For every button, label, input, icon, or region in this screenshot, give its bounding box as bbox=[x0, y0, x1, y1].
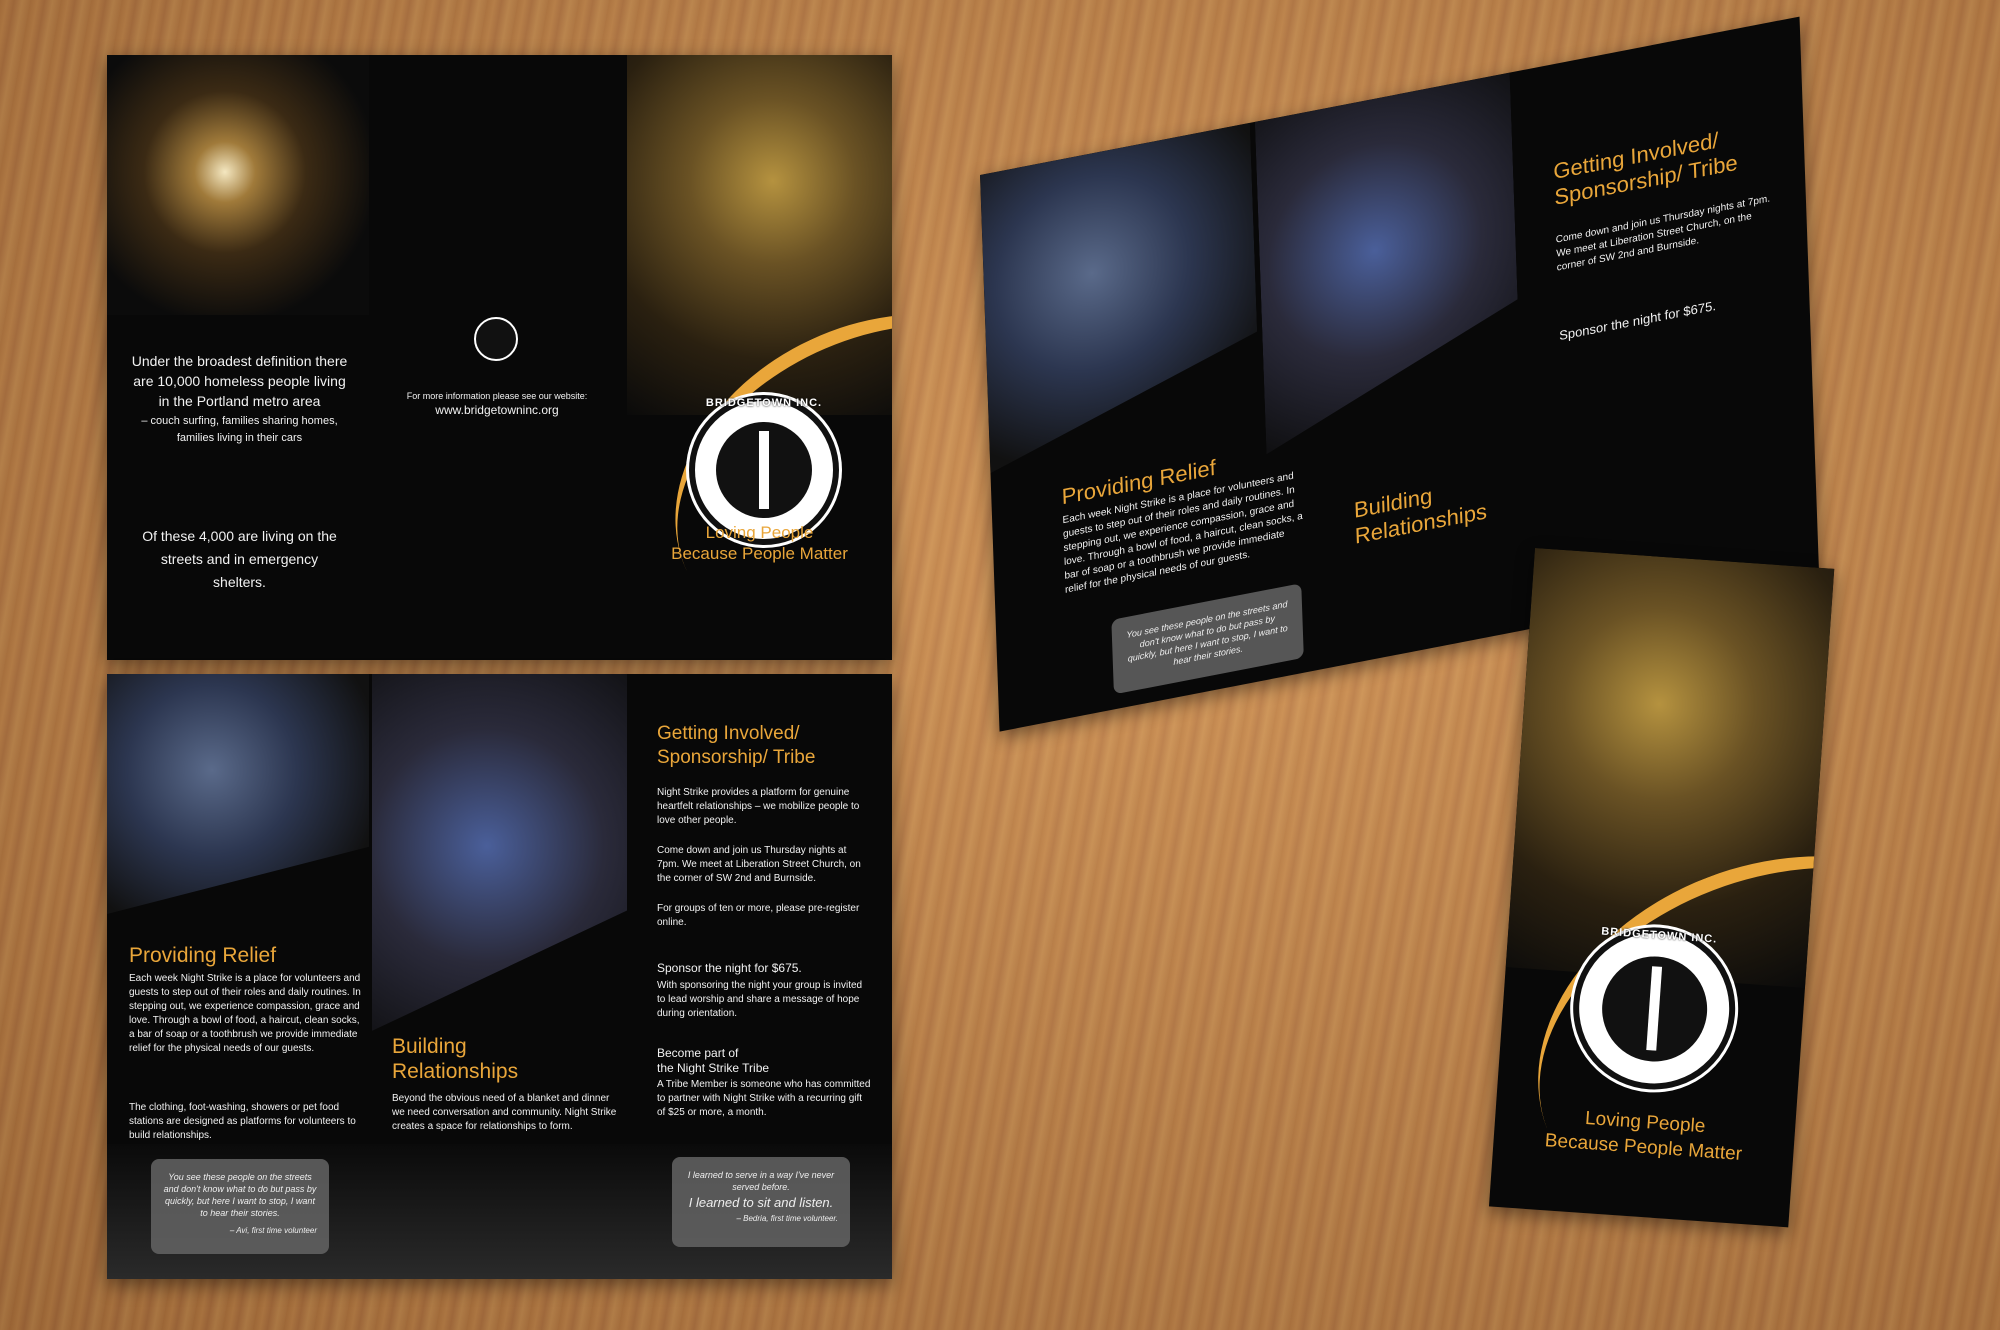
relationships-body: Beyond the obvious need of a blanket and… bbox=[392, 1093, 617, 1132]
relief-body-1: Each week Night Strike is a place for vo… bbox=[129, 973, 361, 1054]
angled-quote-avi: You see these people on the streets and … bbox=[1111, 583, 1304, 695]
involved-title-line2: Sponsorship/ Tribe bbox=[657, 747, 816, 768]
logo-title: BRIDGETOWN INC. bbox=[705, 397, 823, 409]
folded-logo-city-mark bbox=[1598, 952, 1711, 1065]
quote-bedria-line2: I learned to sit and listen. bbox=[688, 1195, 834, 1210]
quote-bedria: I learned to serve in a way I've never s… bbox=[672, 1157, 850, 1247]
tribe-body: A Tribe Member is someone who has commit… bbox=[657, 1079, 871, 1118]
relationships-title-line2: Relationships bbox=[392, 1060, 519, 1083]
quote-avi-author: – Avi, first time volunteer bbox=[229, 1226, 317, 1235]
small-logo bbox=[474, 317, 518, 361]
stat-streets: Of these 4,000 are living on the streets… bbox=[142, 528, 337, 590]
tagline-line2: Because People Matter bbox=[671, 544, 848, 563]
involved-title: Getting Involved/ Sponsorship/ Tribe bbox=[657, 722, 815, 770]
involved-title-line1: Getting Involved/ bbox=[657, 723, 800, 744]
angled-photo-volunteer bbox=[1255, 73, 1523, 500]
brochure-folded-cover: BRIDGETOWN INC. Loving People Because Pe… bbox=[1488, 548, 1835, 1228]
angled-quote-avi-text: You see these people on the streets and … bbox=[1126, 598, 1288, 667]
relationships-title-line1: Building bbox=[392, 1035, 467, 1058]
homeless-stat-block: Under the broadest definition there are … bbox=[127, 351, 352, 447]
sponsor-body: With sponsoring the night your group is … bbox=[657, 980, 863, 1019]
stat-intro: Under the broadest definition there are … bbox=[131, 353, 348, 409]
photo-night-street bbox=[107, 55, 369, 315]
angled-involved-title: Getting Involved/ Sponsorship/ Tribe bbox=[1553, 124, 1738, 211]
sponsor-title: Sponsor the night for $675. bbox=[657, 961, 802, 975]
involved-body-3: For groups of ten or more, please pre-re… bbox=[657, 903, 860, 928]
stat-detail: – couch surfing, families sharing homes,… bbox=[141, 415, 338, 444]
website-link[interactable]: www.bridgetowninc.org bbox=[397, 403, 597, 417]
relief-title: Providing Relief bbox=[129, 944, 277, 967]
involved-body-2: Come down and join us Thursday nights at… bbox=[657, 845, 861, 884]
brochure-inside-spread: Providing Relief Each week Night Strike … bbox=[107, 674, 892, 1279]
quote-avi-text: You see these people on the streets and … bbox=[163, 1172, 317, 1218]
brochure-cover-spread: Under the broadest definition there are … bbox=[107, 55, 892, 660]
angled-relationships-title: Building Relationships bbox=[1354, 473, 1488, 550]
angled-sponsor-title: Sponsor the night for $675. bbox=[1558, 297, 1717, 344]
tagline-line1: Loving People bbox=[705, 523, 814, 542]
quote-avi: You see these people on the streets and … bbox=[151, 1159, 329, 1254]
tribe-title-line1: Become part of bbox=[657, 1046, 739, 1060]
quote-bedria-line1: I learned to serve in a way I've never s… bbox=[687, 1170, 835, 1192]
info-label: For more information please see our webs… bbox=[406, 391, 588, 401]
relief-body-2: The clothing, foot-washing, showers or p… bbox=[129, 1102, 356, 1141]
logo-city-mark bbox=[715, 421, 813, 519]
photo-food-table bbox=[107, 674, 369, 914]
quote-bedria-author: – Bedria, first time volunteer. bbox=[736, 1214, 838, 1223]
relationships-title: Building Relationships bbox=[392, 1034, 518, 1084]
tribe-title-line2: the Night Strike Tribe bbox=[657, 1061, 770, 1075]
angled-photo-food bbox=[980, 123, 1260, 473]
involved-body-1: Night Strike provides a platform for gen… bbox=[657, 787, 860, 826]
